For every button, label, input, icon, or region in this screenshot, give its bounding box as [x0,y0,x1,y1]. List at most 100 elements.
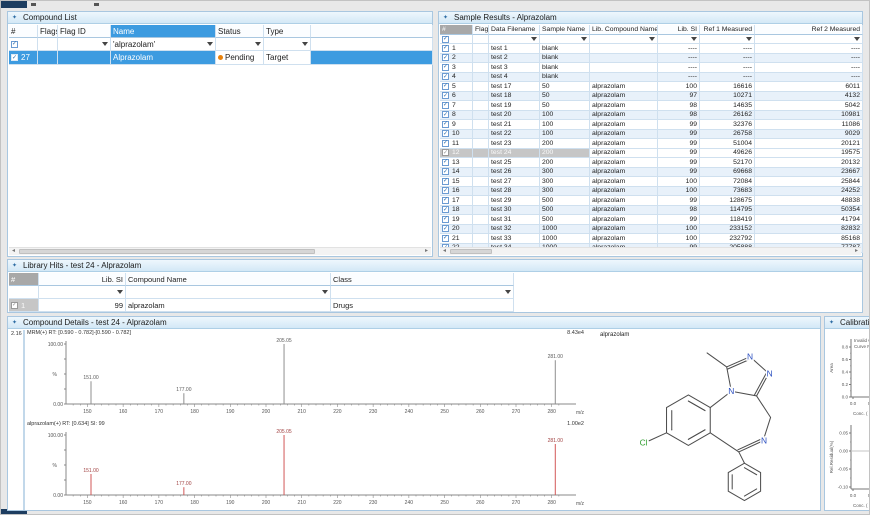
column-header-compound-name[interactable]: Compound Name [126,273,331,286]
table-row[interactable]: ✓ 7 test 19 50 alprazolam 98 14635 5042 [440,101,863,111]
calibration-curve-plot[interactable]: 0.80.60.40.20.00.00.5Conc. (AreaInvalid … [827,331,869,417]
table-row[interactable]: ✓ 1 99 alprazolam Drugs [9,299,514,312]
row-checkbox[interactable]: ✓ [442,215,449,223]
filter-cell[interactable] [590,35,658,44]
table-row[interactable]: ✓ 18 test 30 500 alprazolam 98 114795 50354 [440,205,863,215]
filter-cell[interactable]: ✓ [440,35,473,44]
filter-cell[interactable] [540,35,590,44]
row-checkbox[interactable]: ✓ [442,234,449,242]
library-hits-title-bar[interactable]: ✦ Library Hits - test 24 - Alprazolam [8,260,862,272]
panel-collapse-icon[interactable]: ✦ [12,320,17,326]
column-header-name[interactable]: Name [111,25,216,38]
row-checkbox[interactable]: ✓ [442,158,449,166]
filter-cell[interactable]: 'alprazolam' [111,38,216,51]
row-checkbox[interactable]: ✓ [442,120,449,128]
filter-cell[interactable]: ✓ [9,38,38,51]
row-checkbox[interactable]: ✓ [442,130,449,138]
table-row[interactable]: ✓ 6 test 18 50 alprazolam 97 10271 4132 [440,91,863,101]
filter-cell[interactable] [700,35,755,44]
column-header-lib-si[interactable]: Lib. SI [39,273,126,286]
table-row[interactable]: ✓ 14 test 26 300 alprazolam 99 69668 23667 [440,167,863,177]
column-header-flags[interactable]: Flags [473,25,489,35]
panel-collapse-icon[interactable]: ✦ [12,263,17,269]
table-row[interactable]: ✓ 16 test 28 300 alprazolam 100 73683 24252 [440,186,863,196]
filter-cell[interactable] [311,38,433,51]
row-checkbox[interactable]: ✓ [442,196,449,204]
filter-icon[interactable] [649,37,655,41]
compound-list-title-bar[interactable]: ✦ Compound List [8,12,432,24]
filter-icon[interactable] [746,37,752,41]
spectrum-plot-2[interactable]: 100.00 0.00% 150 160 170 180 190 200 210 220 230 24… [26,429,588,510]
filter-icon[interactable] [691,37,697,41]
sample-results-title-bar[interactable]: ✦ Sample Results - Alprazolam [439,12,862,24]
row-checkbox[interactable]: ✓ [442,54,449,62]
row-checkbox[interactable]: ✓ [442,92,449,100]
filter-cell[interactable] [658,35,700,44]
filter-cell[interactable] [38,38,58,51]
table-row[interactable]: ✓ 4 test 4 blank ---- ---- ---- [440,72,863,82]
panel-collapse-icon[interactable]: ✦ [12,15,17,21]
row-checkbox[interactable]: ✓ [442,63,449,71]
filter-cell[interactable] [264,38,311,51]
table-row[interactable]: ✓ 1 test 1 blank ---- ---- ---- [440,44,863,54]
filter-icon[interactable] [505,290,511,294]
column-header-data-filename[interactable]: Data Filename [489,25,540,35]
filter-cell[interactable] [489,35,540,44]
scrollbar-thumb[interactable] [450,249,492,254]
filter-icon[interactable] [531,37,537,41]
table-row[interactable]: ✓ 2 test 2 blank ---- ---- ---- [440,53,863,63]
filter-icon[interactable] [207,42,213,46]
row-checkbox[interactable]: ✓ [442,101,449,109]
row-checkbox[interactable]: ✓ [442,73,449,81]
row-checkbox[interactable]: ✓ [442,139,449,147]
column-header-flag-id[interactable]: Flag ID [58,25,111,38]
splitter-handle-icon[interactable] [31,3,36,6]
row-checkbox[interactable]: ✓ [442,82,449,90]
column-header-type[interactable]: Type [264,25,311,38]
scroll-right-icon[interactable]: ▸ [422,248,431,255]
filter-icon[interactable] [854,37,860,41]
column-header-lib-compound-name[interactable]: Lib. Compound Name [590,25,658,35]
scroll-left-icon[interactable]: ◂ [9,248,18,255]
calibration-residual-plot[interactable]: 0.050.00-0.05-0.100.00.5Conc. (Rel.Resid… [827,419,869,509]
row-checkbox[interactable]: ✓ [442,35,449,43]
table-row[interactable]: ✓ 5 test 17 50 alprazolam 100 16616 6011 [440,82,863,92]
row-checkbox[interactable]: ✓ [442,206,449,214]
row-checkbox[interactable]: ✓ [11,40,18,48]
filter-cell[interactable] [58,38,111,51]
filter-icon[interactable] [117,290,123,294]
calibration-title-bar[interactable]: ✦ Calibration [825,317,869,329]
filter-cell[interactable] [473,35,489,44]
table-row[interactable]: ✓ 17 test 29 500 alprazolam 99 128675 48838 [440,196,863,206]
table-row[interactable]: ✓ 11 test 23 200 alprazolam 99 51004 20121 [440,139,863,149]
table-row[interactable]: ✓ 20 test 32 1000 alprazolam 100 233152 82832 [440,224,863,234]
spectrum-plot-1[interactable]: 100.00 0.00% 150 160 170 180 190 200 210 220 230 24… [26,338,588,419]
table-row[interactable]: ✓ 21 test 33 1000 alprazolam 100 232792 85168 [440,234,863,244]
column-header-ref-2-measured[interactable]: Ref 2 Measured [755,25,863,35]
filter-icon[interactable] [102,42,108,46]
row-checkbox[interactable]: ✓ [442,111,449,119]
column-header--[interactable]: # [9,273,39,286]
sample-results-hscrollbar[interactable]: ◂ ▸ [440,247,861,255]
compound-list-hscrollbar[interactable]: ◂ ▸ [9,247,431,255]
table-row[interactable]: ✓ 9 test 21 100 alprazolam 99 32376 11086 [440,120,863,130]
row-checkbox[interactable]: ✓ [11,301,18,309]
column-header-lib-si[interactable]: Lib. SI [658,25,700,35]
filter-icon[interactable] [322,290,328,294]
filter-cell[interactable] [216,38,264,51]
column-header-blank[interactable] [311,25,433,38]
table-row[interactable]: ✓ 13 test 25 200 alprazolam 99 52170 20132 [440,158,863,168]
scrollbar-thumb[interactable] [19,249,315,254]
filter-cell[interactable] [755,35,863,44]
row-checkbox[interactable]: ✓ [442,187,449,195]
filter-icon[interactable] [255,42,261,46]
scroll-right-icon[interactable]: ▸ [852,248,861,255]
table-row[interactable]: ✓ 8 test 20 100 alprazolam 98 26162 10981 [440,110,863,120]
column-header-ref-1-measured[interactable]: Ref 1 Measured [700,25,755,35]
column-header-sample-name[interactable]: Sample Name [540,25,590,35]
table-row[interactable]: ✓ 27 Alprazolam Pending Target [9,51,433,65]
table-row[interactable]: ✓ 3 test 3 blank ---- ---- ---- [440,63,863,73]
column-header-class[interactable]: Class [331,273,514,286]
row-checkbox[interactable]: ✓ [11,54,18,61]
row-checkbox[interactable]: ✓ [442,149,449,157]
